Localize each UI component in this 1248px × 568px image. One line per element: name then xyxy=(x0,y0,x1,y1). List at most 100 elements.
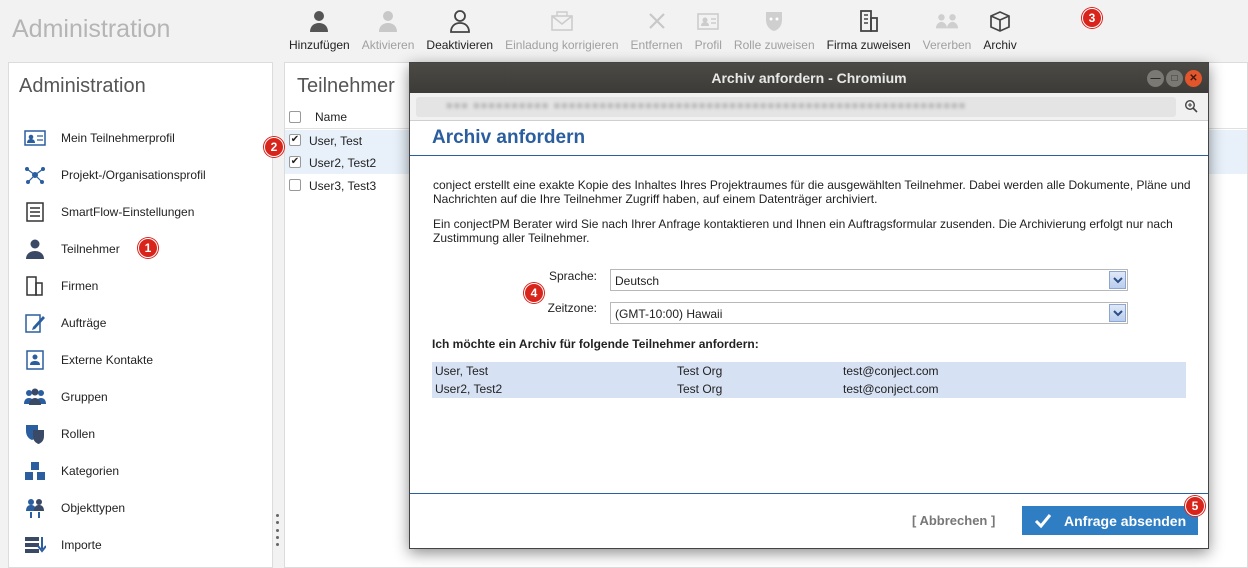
timezone-select[interactable]: (GMT-10:00) Hawaii xyxy=(610,302,1128,324)
sidebar-item-label: Projekt-/Organisationsprofil xyxy=(61,167,206,182)
profile-button[interactable]: Profil xyxy=(689,8,728,58)
chevron-down-icon xyxy=(1109,304,1126,322)
remove-button[interactable]: Entfernen xyxy=(625,8,689,58)
select-all-checkbox[interactable] xyxy=(289,111,301,123)
url-field[interactable]: ■■■ ■■■■■■■■■■ ■■■■■■■■■■■■■■■■■■■■■■■■■… xyxy=(416,97,1176,117)
inherit-label: Vererben xyxy=(922,38,972,52)
role-mask-icon xyxy=(762,8,786,34)
timezone-value: (GMT-10:00) Hawaii xyxy=(615,307,723,321)
step-marker-1: 1 xyxy=(138,238,158,258)
close-icon[interactable]: ✕ xyxy=(1185,70,1202,87)
sidebar-item-label: Objekttypen xyxy=(61,500,126,515)
profile-card-icon xyxy=(696,8,720,34)
pencil-doc-icon xyxy=(23,311,47,335)
user-icon xyxy=(23,237,47,261)
sidebar-item-label: Externe Kontakte xyxy=(61,352,154,367)
row-checkbox[interactable]: ✔ xyxy=(289,156,301,168)
import-icon xyxy=(23,533,47,557)
sidebar-item-categories[interactable]: Kategorien xyxy=(9,452,272,489)
panel-title: Teilnehmer xyxy=(297,75,395,97)
user-add-icon xyxy=(307,8,331,34)
footer-divider xyxy=(410,493,1208,494)
add-button[interactable]: Hinzufügen xyxy=(283,8,356,58)
participant-org: Test Org xyxy=(677,382,723,396)
sidebar-item-imports[interactable]: Importe xyxy=(9,526,272,563)
participants-table: User, Test Test Org test@conject.com Use… xyxy=(432,362,1186,398)
sidebar-item-label: Mein Teilnehmerprofil xyxy=(61,130,175,145)
user-activate-icon xyxy=(376,8,400,34)
sidebar-item-label: Rollen xyxy=(61,426,96,441)
sidebar-item-project-profile[interactable]: Projekt-/Organisationsprofil xyxy=(9,156,272,193)
sidebar-item-label: Kategorien xyxy=(61,463,120,478)
row-name: User3, Test3 xyxy=(309,179,377,193)
sidebar-item-my-profile[interactable]: Mein Teilnehmerprofil xyxy=(9,119,272,156)
step-marker-3: 3 xyxy=(1082,8,1102,28)
window-titlebar[interactable]: Archiv anfordern - Chromium — □ ✕ xyxy=(410,63,1208,93)
timezone-label: Zeitzone: xyxy=(547,301,597,315)
assign-role-label: Rolle zuweisen xyxy=(733,38,815,52)
table-row: User, Test Test Org test@conject.com xyxy=(432,362,1186,380)
add-label: Hinzufügen xyxy=(289,38,350,52)
column-header-name: Name xyxy=(315,110,348,124)
building-icon xyxy=(857,8,881,34)
language-select[interactable]: Deutsch xyxy=(610,269,1128,291)
object-types-icon xyxy=(23,496,47,520)
toolbar: Hinzufügen Aktivieren Deaktivieren Einla… xyxy=(283,8,1023,58)
cancel-button[interactable]: [ Abbrechen ] xyxy=(912,513,995,528)
deactivate-label: Deaktivieren xyxy=(426,38,494,52)
language-value: Deutsch xyxy=(615,274,660,288)
panel-splitter-handle[interactable] xyxy=(276,514,280,546)
maximize-icon[interactable]: □ xyxy=(1166,70,1183,87)
building-icon xyxy=(23,274,47,298)
deactivate-button[interactable]: Deaktivieren xyxy=(420,8,499,58)
remove-icon xyxy=(645,8,669,34)
archive-request-dialog: Archiv anfordern - Chromium — □ ✕ ■■■ ■■… xyxy=(409,62,1209,549)
assign-company-button[interactable]: Firma zuweisen xyxy=(821,8,917,58)
profile-card-icon xyxy=(23,126,47,150)
group-icon xyxy=(23,385,47,409)
minimize-icon[interactable]: — xyxy=(1147,70,1164,87)
archive-button[interactable]: Archiv xyxy=(977,8,1022,58)
row-name: User, Test xyxy=(309,134,363,148)
sidebar-item-orders[interactable]: Aufträge xyxy=(9,304,272,341)
blurred-url: ■■■ ■■■■■■■■■■ ■■■■■■■■■■■■■■■■■■■■■■■■■… xyxy=(446,100,967,112)
participant-email: test@conject.com xyxy=(843,382,939,396)
activate-button[interactable]: Aktivieren xyxy=(356,8,421,58)
profile-label: Profil xyxy=(694,38,722,52)
intro-paragraph: conject erstellt eine exakte Kopie des I… xyxy=(433,178,1191,206)
contact-card-icon xyxy=(23,348,47,372)
activate-label: Aktivieren xyxy=(361,38,415,52)
inherit-button[interactable]: Vererben xyxy=(917,8,978,58)
zoom-icon[interactable] xyxy=(1184,99,1198,113)
submit-request-button[interactable]: Anfrage absenden xyxy=(1022,506,1198,535)
row-checkbox[interactable] xyxy=(289,179,301,191)
chevron-down-icon xyxy=(1109,271,1126,289)
user-deactivate-icon xyxy=(448,8,472,34)
row-checkbox[interactable]: ✔ xyxy=(289,134,301,146)
admin-sidebar: Administration Mein Teilnehmerprofil Pro… xyxy=(8,62,273,568)
language-label: Sprache: xyxy=(548,269,597,283)
sidebar-item-label: Gruppen xyxy=(61,389,108,404)
correct-invitation-button[interactable]: Einladung korrigieren xyxy=(499,8,624,58)
sidebar-item-smartflow[interactable]: SmartFlow-Einstellungen xyxy=(9,193,272,230)
sidebar-item-object-types[interactable]: Objekttypen xyxy=(9,489,272,526)
step-marker-5: 5 xyxy=(1185,496,1205,516)
roles-icon xyxy=(23,422,47,446)
sidebar-item-label: Firmen xyxy=(61,278,99,293)
sidebar-item-groups[interactable]: Gruppen xyxy=(9,378,272,415)
remove-label: Entfernen xyxy=(630,38,683,52)
sidebar-item-roles[interactable]: Rollen xyxy=(9,415,272,452)
participant-email: test@conject.com xyxy=(843,364,939,378)
sidebar-item-label: SmartFlow-Einstellungen xyxy=(61,204,195,219)
table-row: User2, Test2 Test Org test@conject.com xyxy=(432,380,1186,398)
participant-org: Test Org xyxy=(677,364,723,378)
correct-invitation-label: Einladung korrigieren xyxy=(505,38,619,52)
app-header: Administration Hinzufügen Aktivieren Dea… xyxy=(0,0,1248,62)
sidebar-item-companies[interactable]: Firmen xyxy=(9,267,272,304)
sidebar-item-label: Teilnehmer xyxy=(61,241,120,256)
heading-divider xyxy=(410,155,1208,156)
assign-role-button[interactable]: Rolle zuweisen xyxy=(728,8,821,58)
sidebar-item-external-contacts[interactable]: Externe Kontakte xyxy=(9,341,272,378)
sidebar-title: Administration xyxy=(19,75,146,97)
assign-company-label: Firma zuweisen xyxy=(826,38,911,52)
